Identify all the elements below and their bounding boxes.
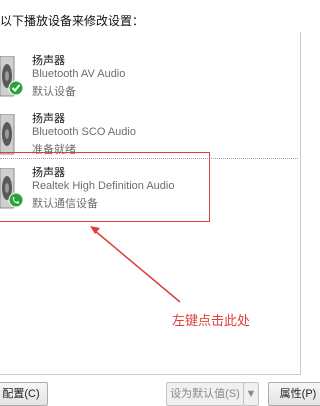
device-name: 扬声器 bbox=[32, 55, 65, 67]
annotation-label: 左键点击此处 bbox=[172, 313, 251, 328]
properties-button[interactable]: 属性(P) bbox=[268, 382, 320, 406]
set-default-dropdown-button[interactable]: ▼ bbox=[243, 382, 259, 406]
device-item[interactable]: 扬声器 Bluetooth AV Audio 默认设备 bbox=[0, 50, 298, 102]
device-description: Bluetooth AV Audio bbox=[32, 68, 126, 80]
green-check-icon bbox=[8, 80, 24, 96]
annotation-highlight-box bbox=[0, 152, 210, 222]
device-status: 默认设备 bbox=[32, 86, 76, 98]
device-description: Bluetooth SCO Audio bbox=[32, 126, 136, 138]
set-default-button[interactable]: 设为默认值(S) bbox=[166, 382, 244, 406]
speaker-icon bbox=[0, 56, 24, 97]
configure-button[interactable]: 配置(C) bbox=[0, 382, 48, 406]
instruction-text: 以下播放设备来修改设置： bbox=[0, 14, 145, 28]
device-name: 扬声器 bbox=[32, 113, 65, 125]
